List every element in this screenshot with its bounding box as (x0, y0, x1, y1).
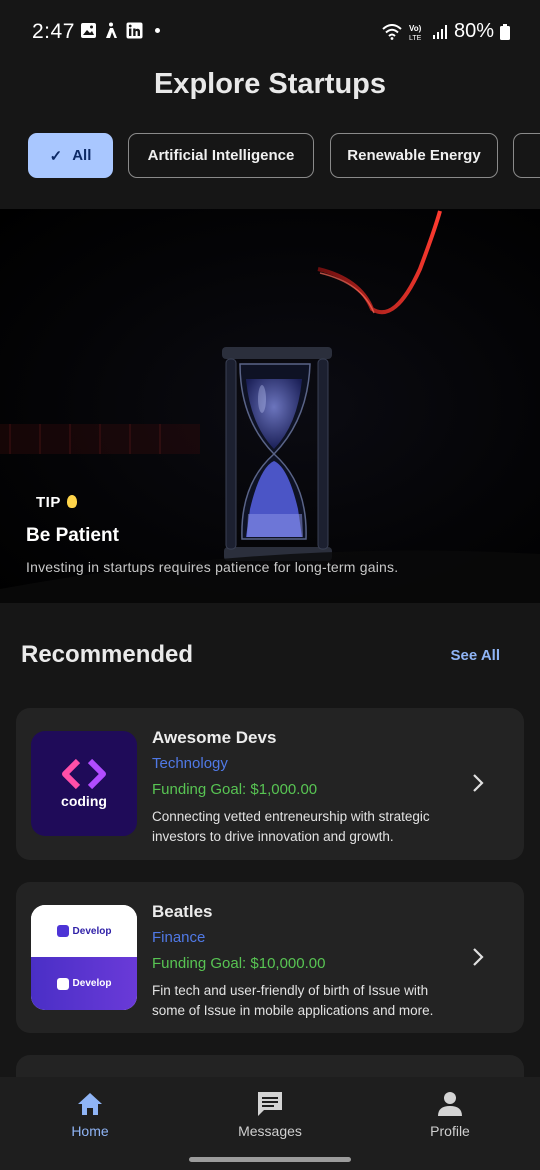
tip-description: Investing in startups requires patience … (26, 559, 399, 575)
svg-text:Vo): Vo) (409, 24, 422, 33)
startup-category: Technology (152, 755, 228, 772)
gallery-icon (81, 23, 96, 38)
startup-logo: coding (31, 731, 137, 836)
funding-goal: Funding Goal: $1,000.00 (152, 781, 318, 798)
chip-all[interactable]: ✓ All (28, 133, 113, 178)
status-bar: 2:47 Vo) LTE 80% (0, 0, 540, 62)
dot-icon (155, 28, 160, 33)
nav-label: Home (71, 1123, 109, 1139)
tip-title: Be Patient (26, 525, 119, 546)
startup-category: Finance (152, 929, 206, 946)
nav-label: Profile (430, 1123, 470, 1139)
check-icon: ✓ (49, 147, 63, 165)
nav-home[interactable]: Home (30, 1089, 150, 1139)
home-icon (78, 1093, 102, 1115)
chevron-right-icon[interactable] (470, 772, 486, 794)
message-icon (258, 1092, 282, 1116)
startup-logo: Develop Develop (31, 905, 137, 1010)
chip-label: All (72, 147, 92, 164)
funding-goal: Funding Goal: $10,000.00 (152, 955, 326, 972)
startup-card[interactable]: Develop Develop Beatles Finance Funding … (16, 882, 524, 1033)
chip-label: Artificial Intelligence (147, 147, 295, 164)
chip-renewable-energy[interactable]: Renewable Energy (330, 133, 498, 178)
startup-card[interactable]: coding Awesome Devs Technology Funding G… (16, 708, 524, 860)
wifi-icon (382, 23, 402, 40)
chevron-right-icon[interactable] (470, 946, 486, 968)
logo-text: Develop (72, 978, 112, 989)
nav-messages[interactable]: Messages (210, 1089, 330, 1139)
logo-text: coding (61, 792, 107, 809)
startup-description: Fin tech and user-friendly of birth of I… (152, 983, 434, 1018)
section-title: Recommended (21, 641, 194, 668)
chip-artificial-intelligence[interactable]: Artificial Intelligence (128, 133, 314, 178)
home-indicator[interactable] (189, 1157, 351, 1162)
battery-icon (500, 23, 510, 40)
svg-text:LTE: LTE (409, 35, 422, 41)
page-title: Explore Startups (153, 68, 387, 100)
logo-text: Develop (72, 925, 112, 937)
signal-icon (432, 24, 447, 39)
see-all-link[interactable]: See All (451, 647, 500, 664)
lightbulb-icon (66, 495, 77, 508)
accessibility-icon (106, 22, 117, 38)
tip-label: TIP (36, 494, 77, 511)
filter-chips: ✓ All Artificial Intelligence Renewable … (28, 133, 540, 179)
nav-label: Messages (238, 1123, 302, 1139)
battery-level: 80% (453, 20, 494, 42)
linkedin-icon (126, 22, 143, 39)
startup-name: Awesome Devs (152, 728, 277, 747)
code-brackets-icon (62, 758, 106, 789)
develop-logo-icon (56, 977, 69, 990)
chip-label: Renewable Energy (347, 147, 481, 164)
startup-description: Connecting vetted entreneurship with str… (152, 809, 430, 844)
tip-banner[interactable]: TIP Be Patient Investing in startups req… (0, 209, 540, 603)
develop-logo-icon (56, 925, 69, 937)
chip-partial[interactable] (513, 133, 540, 178)
startup-name: Beatles (152, 902, 213, 921)
volte-icon: Vo) LTE (409, 24, 422, 41)
status-time: 2:47 (32, 20, 75, 43)
tip-label-text: TIP (36, 494, 61, 511)
person-icon (438, 1092, 462, 1116)
nav-profile[interactable]: Profile (390, 1089, 510, 1139)
